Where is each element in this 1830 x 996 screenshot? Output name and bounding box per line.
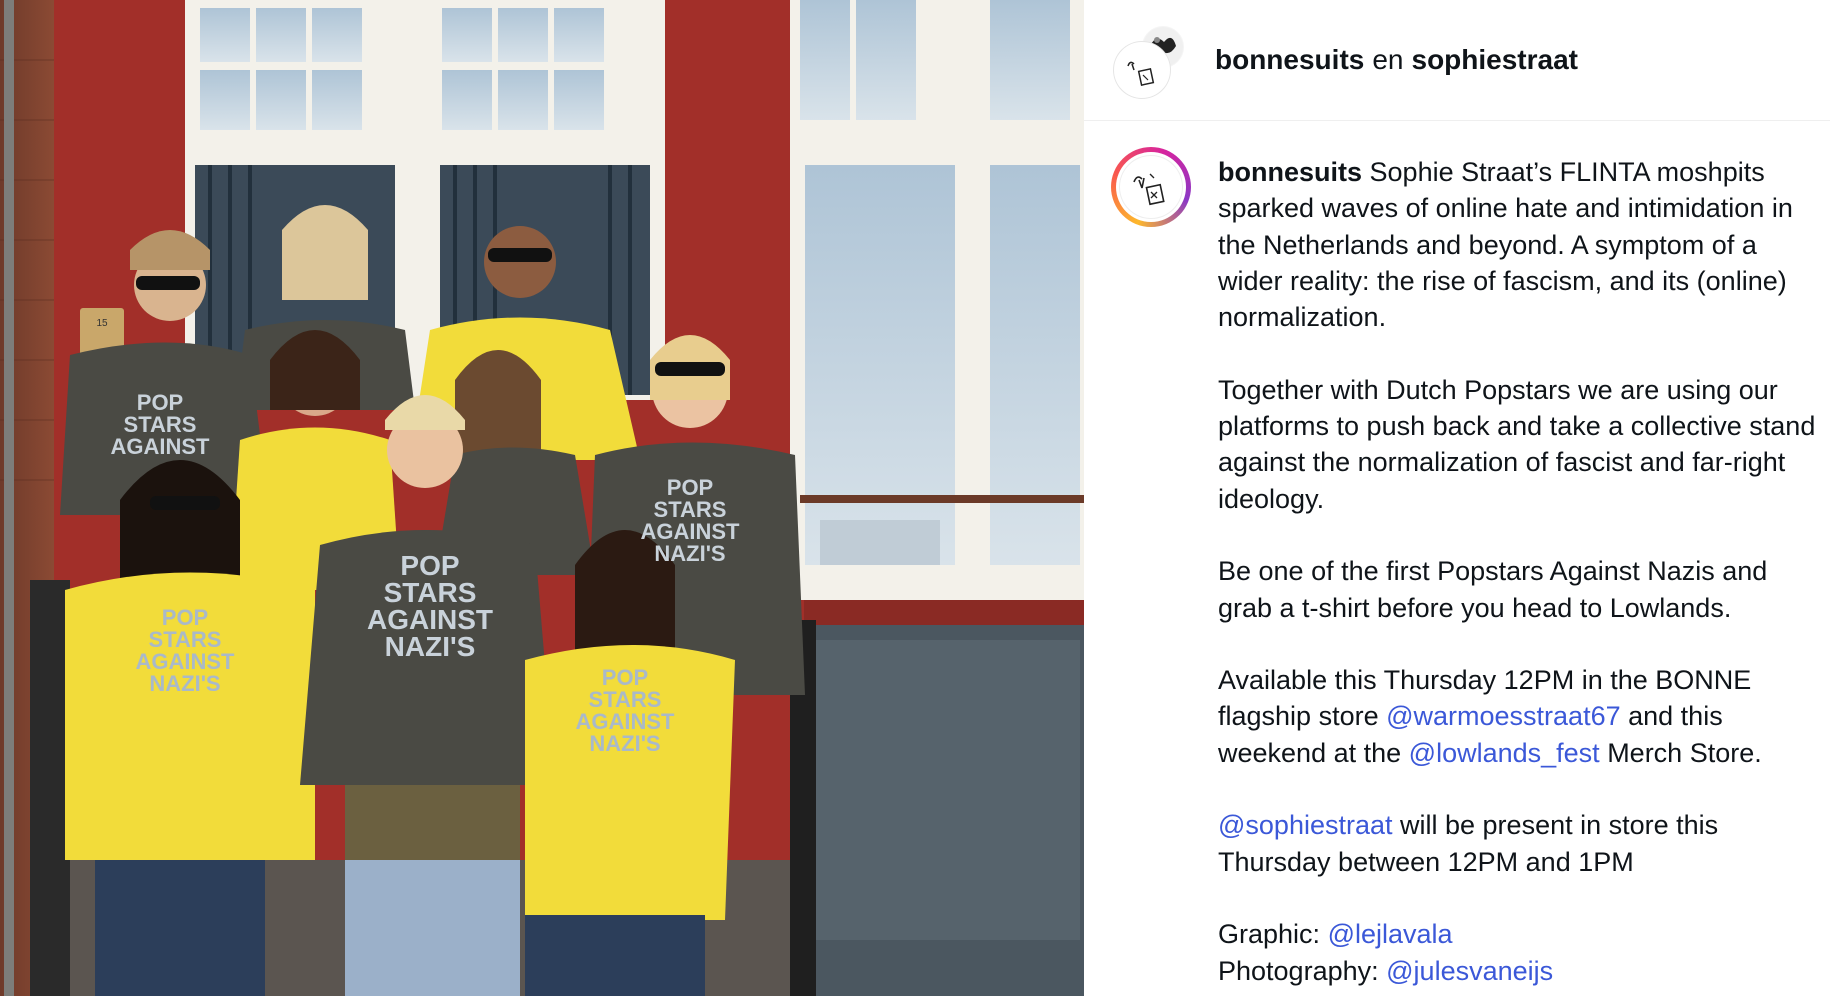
mention-warmoesstraat67[interactable]: @warmoesstraat67 <box>1386 701 1621 731</box>
svg-text:NAZI'S: NAZI'S <box>149 671 220 696</box>
mention-julesvaneijs[interactable]: @julesvaneijs <box>1386 956 1553 986</box>
bonnesuits-logo-icon <box>1133 173 1165 206</box>
caption-paragraph-1: bonnesuits Sophie Straat’s FLINTA moshpi… <box>1218 154 1818 335</box>
svg-text:NAZI'S: NAZI'S <box>654 541 725 566</box>
author-joiner: en <box>1372 44 1404 75</box>
post-side-panel: bonnesuits en sophiestraat bonnesuits Soph… <box>1084 0 1830 996</box>
credit-photography: Photography: @julesvaneijs <box>1218 953 1818 989</box>
mention-lowlands-fest[interactable]: @lowlands_fest <box>1409 738 1600 768</box>
collab-avatar-group[interactable] <box>1114 24 1186 98</box>
credit-photography-label: Photography: <box>1218 955 1379 986</box>
caption-paragraph-5: @sophiestraat will be present in store t… <box>1218 807 1818 880</box>
caption-paragraph-3: Be one of the first Popstars Against Naz… <box>1218 556 1768 623</box>
author-sophiestraat[interactable]: sophiestraat <box>1412 44 1579 75</box>
doorbell-number: 15 <box>96 318 108 329</box>
svg-text:NAZI'S: NAZI'S <box>589 731 660 756</box>
credit-graphic: Graphic: @lejlavala <box>1218 916 1818 952</box>
svg-text:AGAINST: AGAINST <box>111 434 211 459</box>
caption-avatar-story-ring[interactable] <box>1111 147 1191 227</box>
post-header: bonnesuits en sophiestraat <box>1084 0 1830 121</box>
caption-paragraph-2: Together with Dutch Popstars we are usin… <box>1218 374 1816 514</box>
mention-sophiestraat[interactable]: @sophiestraat <box>1218 810 1393 840</box>
avatar-bonnesuits[interactable] <box>1114 42 1170 98</box>
caption-username[interactable]: bonnesuits <box>1218 157 1362 187</box>
author-bonnesuits[interactable]: bonnesuits <box>1215 44 1364 75</box>
group-photo-illustration: 15 POP STARS AGAINST POP STARS AGAINST N… <box>0 0 1084 996</box>
post-authors: bonnesuits en sophiestraat <box>1215 42 1578 78</box>
caption-text-4c: Merch Store. <box>1607 737 1762 768</box>
mention-lejlavala[interactable]: @lejlavala <box>1328 919 1453 949</box>
svg-text:NAZI'S: NAZI'S <box>385 631 476 662</box>
post-photo[interactable]: 15 POP STARS AGAINST POP STARS AGAINST N… <box>0 0 1084 996</box>
credit-graphic-label: Graphic: <box>1218 919 1321 950</box>
post-caption: bonnesuits Sophie Straat’s FLINTA moshpi… <box>1218 154 1818 989</box>
logo-drawing-icon <box>1117 45 1167 95</box>
caption-paragraph-4: Available this Thursday 12PM in the BONN… <box>1218 662 1818 771</box>
